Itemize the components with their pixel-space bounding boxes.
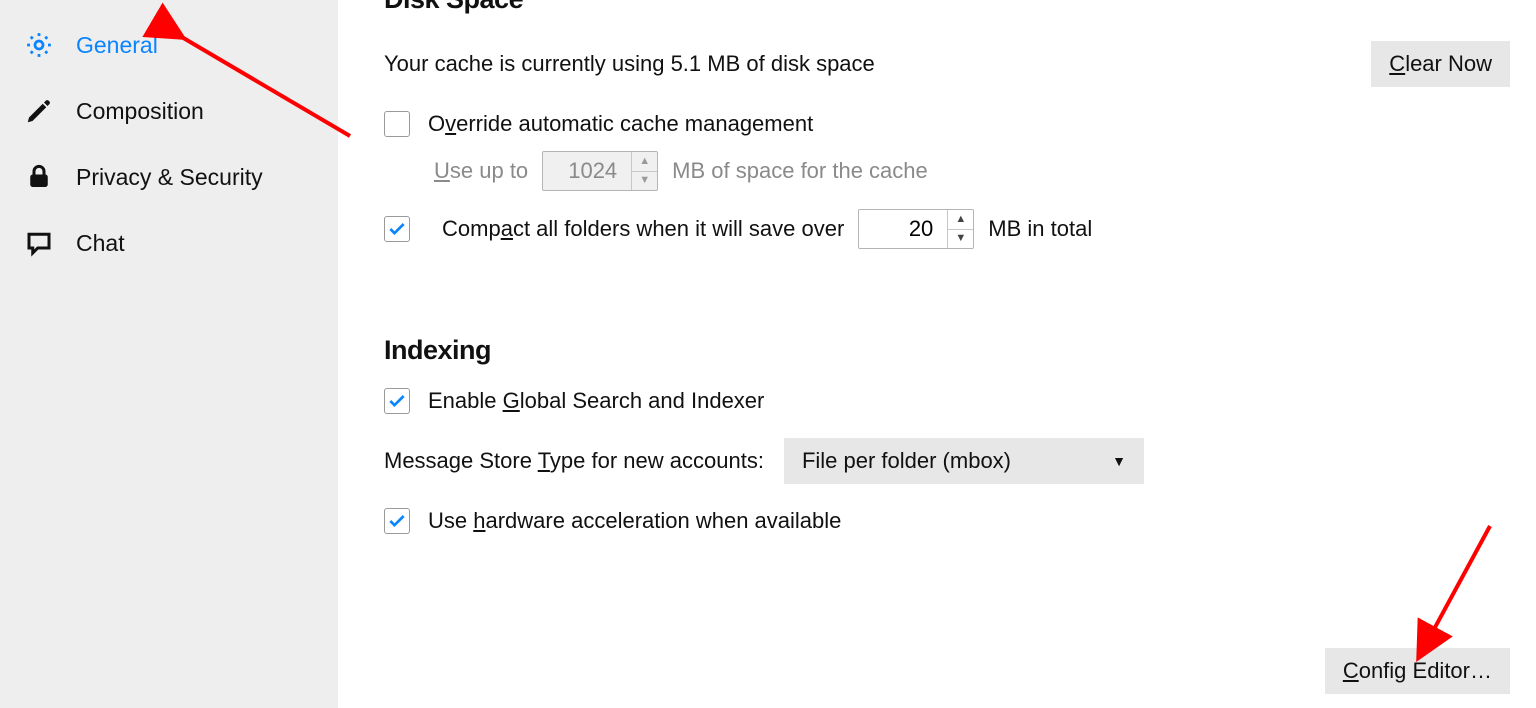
compact-threshold-suffix: MB in total [988, 216, 1092, 242]
store-type-select[interactable]: File per folder (mbox) ▼ [784, 438, 1144, 484]
sidebar-item-chat[interactable]: Chat [0, 210, 338, 276]
hw-accel-row: Use hardware acceleration when available [384, 508, 1510, 534]
use-up-to-label: Use up to [434, 158, 528, 184]
cache-limit-row: Use up to ▲ ▼ MB of space for the cache [384, 151, 1510, 191]
store-type-row: Message Store Type for new accounts: Fil… [384, 438, 1510, 484]
global-search-checkbox[interactable] [384, 388, 410, 414]
store-type-value: File per folder (mbox) [802, 448, 1011, 474]
cache-limit-suffix: MB of space for the cache [672, 158, 928, 184]
compact-threshold-input[interactable] [859, 210, 947, 248]
app-root: General Composition Privacy & Security [0, 0, 1536, 708]
section-title-indexing: Indexing [384, 335, 1510, 366]
global-search-row: Enable Global Search and Indexer [384, 388, 1510, 414]
compact-folders-row: Compact all folders when it will save ov… [384, 209, 1510, 249]
config-editor-wrap: Config Editor… [1325, 648, 1510, 694]
hw-accel-checkbox[interactable] [384, 508, 410, 534]
override-cache-checkbox[interactable] [384, 111, 410, 137]
pencil-icon [24, 96, 54, 126]
spinner-buttons[interactable]: ▲ ▼ [947, 210, 973, 248]
chat-icon [24, 228, 54, 258]
spinner-down-icon: ▼ [632, 172, 657, 191]
spinner-up-icon[interactable]: ▲ [948, 210, 973, 230]
clear-now-button[interactable]: Clear Now [1371, 41, 1510, 87]
gear-icon [24, 30, 54, 60]
sidebar: General Composition Privacy & Security [0, 0, 338, 708]
sidebar-item-label: Privacy & Security [76, 164, 263, 191]
main-panel: Disk Space Your cache is currently using… [338, 0, 1536, 708]
sidebar-item-label: Composition [76, 98, 204, 125]
sidebar-item-general[interactable]: General [0, 12, 338, 78]
hw-accel-label: Use hardware acceleration when available [428, 508, 841, 534]
spinner-buttons: ▲ ▼ [631, 152, 657, 190]
spinner-up-icon: ▲ [632, 152, 657, 172]
compact-folders-checkbox[interactable] [384, 216, 410, 242]
override-cache-row: Override automatic cache management [384, 111, 1510, 137]
sidebar-item-label: General [76, 32, 158, 59]
cache-status-row: Your cache is currently using 5.1 MB of … [384, 41, 1510, 87]
compact-threshold-spinner[interactable]: ▲ ▼ [858, 209, 974, 249]
compact-folders-label: Compact all folders when it will save ov… [442, 216, 844, 242]
chevron-down-icon: ▼ [1112, 453, 1126, 469]
cache-limit-spinner: ▲ ▼ [542, 151, 658, 191]
store-type-label: Message Store Type for new accounts: [384, 448, 764, 474]
config-editor-button[interactable]: Config Editor… [1325, 648, 1510, 694]
override-cache-label: Override automatic cache management [428, 111, 813, 137]
sidebar-item-composition[interactable]: Composition [0, 78, 338, 144]
spinner-down-icon[interactable]: ▼ [948, 230, 973, 249]
cache-limit-input [543, 152, 631, 190]
sidebar-item-privacy[interactable]: Privacy & Security [0, 144, 338, 210]
sidebar-item-label: Chat [76, 230, 125, 257]
lock-icon [24, 162, 54, 192]
global-search-label: Enable Global Search and Indexer [428, 388, 764, 414]
cache-status-text: Your cache is currently using 5.1 MB of … [384, 51, 875, 77]
section-title-disk-space: Disk Space [384, 0, 1510, 15]
